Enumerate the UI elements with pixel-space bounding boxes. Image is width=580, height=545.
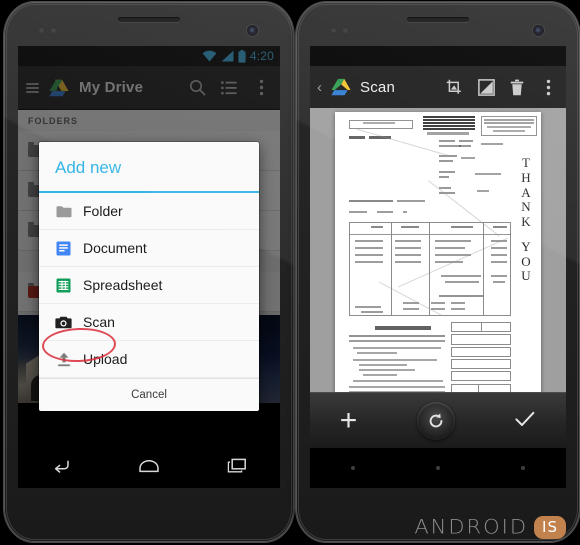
back-icon[interactable]: ‹ <box>317 80 322 95</box>
status-bar <box>310 46 566 66</box>
home-icon[interactable] <box>138 458 160 478</box>
watermark: ANDROID IS <box>414 515 566 539</box>
front-camera <box>247 25 258 36</box>
phone-right-screen: ‹ Scan T H A N K Y O U + <box>310 46 566 488</box>
recents-icon[interactable] <box>521 466 526 470</box>
dialog-item-label: Document <box>83 240 147 256</box>
phone-left-screen: 4:20 My Drive <box>18 46 280 488</box>
phone-left-bezel-top <box>4 2 294 46</box>
android-navigation-bar <box>310 448 566 488</box>
dialog-item-label: Spreadsheet <box>83 277 163 293</box>
watermark-text: ANDROID <box>414 515 529 539</box>
android-navigation-bar <box>18 448 280 488</box>
proximity-sensor <box>330 27 337 34</box>
phone-right: ‹ Scan T H A N K Y O U + <box>296 2 580 542</box>
phone-left: 4:20 My Drive <box>4 2 294 542</box>
folder-icon <box>55 203 72 220</box>
recents-icon[interactable] <box>227 458 247 479</box>
confirm-button[interactable] <box>514 409 536 433</box>
back-icon[interactable] <box>350 466 355 470</box>
crop-icon[interactable] <box>444 76 466 98</box>
delete-icon[interactable] <box>506 76 528 98</box>
contrast-icon[interactable] <box>475 76 497 98</box>
front-camera <box>533 25 544 36</box>
dialog-title: Add new <box>55 158 122 177</box>
light-sensor <box>342 27 349 34</box>
document-icon <box>55 240 72 257</box>
home-icon[interactable] <box>435 466 440 470</box>
thank-you-text: T H A N K Y O U <box>521 155 531 284</box>
hotel-logo <box>423 116 475 131</box>
add-new-dialog: Add new Folder Document Spreadsheet Scan… <box>39 142 259 411</box>
phone-right-bezel-top <box>296 2 580 46</box>
dialog-item-spreadsheet[interactable]: Spreadsheet <box>39 267 259 304</box>
google-drive-logo <box>331 78 351 96</box>
light-sensor <box>50 27 57 34</box>
scan-action-bar: ‹ Scan <box>310 66 566 108</box>
scan-preview-canvas[interactable]: T H A N K Y O U <box>310 108 566 414</box>
scanned-page-wrapper: T H A N K Y O U <box>335 112 541 398</box>
back-icon[interactable] <box>51 458 71 479</box>
dialog-item-label: Scan <box>83 314 115 330</box>
upload-icon <box>55 351 72 368</box>
dialog-item-scan[interactable]: Scan <box>39 304 259 341</box>
receipt-facsimile: T H A N K Y O U <box>335 112 541 398</box>
rotate-button[interactable] <box>416 401 455 440</box>
overflow-menu-icon[interactable] <box>537 76 559 98</box>
proximity-sensor <box>38 27 45 34</box>
dialog-item-folder[interactable]: Folder <box>39 193 259 230</box>
earpiece-speaker <box>407 17 469 22</box>
dialog-item-document[interactable]: Document <box>39 230 259 267</box>
dialog-item-label: Upload <box>83 351 128 367</box>
dialog-item-upload[interactable]: Upload <box>39 341 259 378</box>
scan-action-toolbar: + <box>310 392 566 448</box>
page-title: Scan <box>360 78 395 96</box>
spreadsheet-icon <box>55 277 72 294</box>
dialog-item-label: Folder <box>83 203 123 219</box>
cancel-button[interactable]: Cancel <box>39 378 259 411</box>
camera-icon <box>55 314 72 331</box>
add-page-button[interactable]: + <box>340 405 358 436</box>
screenshot-root: 4:20 My Drive <box>0 0 580 545</box>
earpiece-speaker <box>118 17 180 22</box>
scanned-document-page[interactable]: T H A N K Y O U <box>335 112 541 398</box>
watermark-badge: IS <box>534 515 566 539</box>
